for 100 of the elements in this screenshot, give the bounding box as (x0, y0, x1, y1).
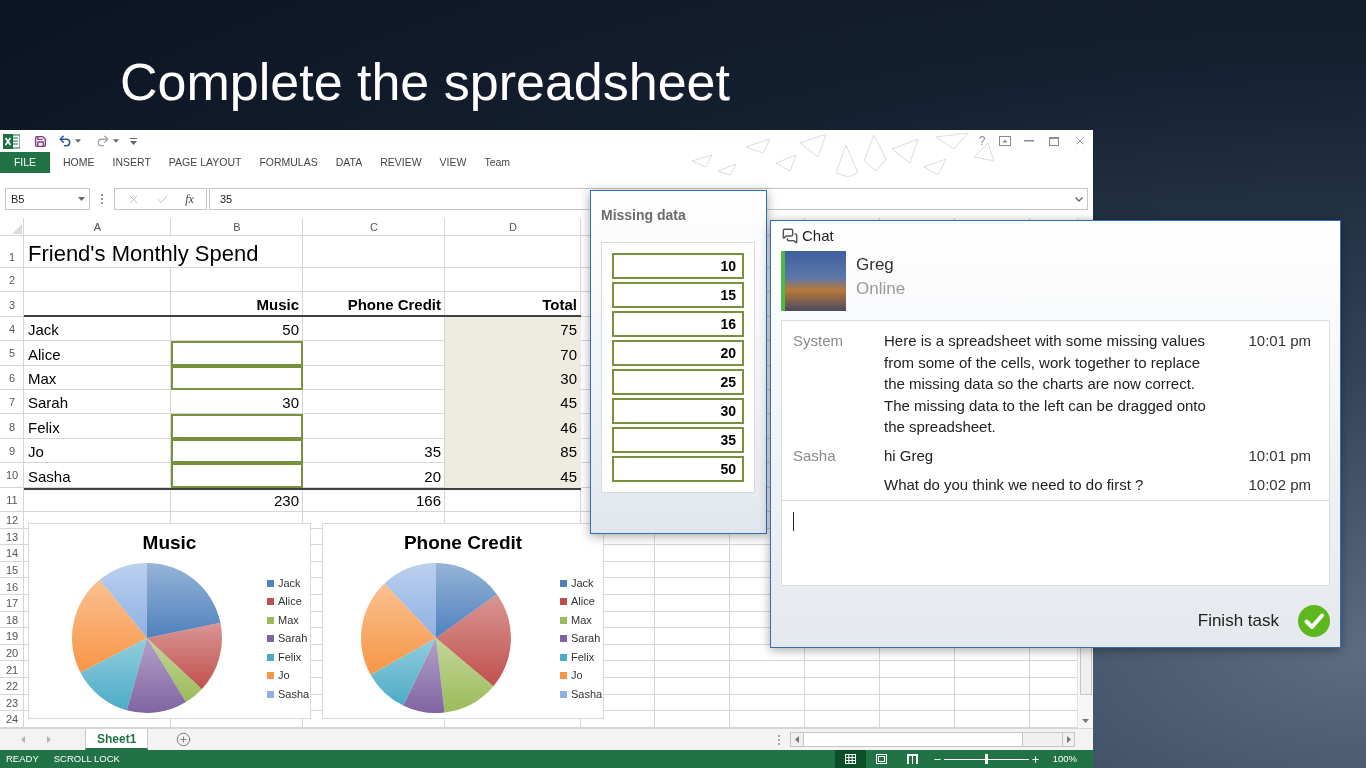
row-number: 18 (5, 613, 19, 626)
spreadsheet-cell-text: Max (27, 368, 58, 389)
name-box[interactable]: B5 (5, 188, 90, 210)
ribbon-tab[interactable]: FORMULAS (250, 152, 327, 173)
drop-target-field[interactable] (171, 365, 303, 390)
drag-handle-icon[interactable] (101, 194, 103, 204)
zoom-in-icon[interactable] (1030, 754, 1040, 764)
spreadsheet-cell: 75 (445, 316, 581, 342)
help-button[interactable]: ? (971, 130, 993, 152)
ribbon-tab[interactable]: Team (475, 152, 520, 173)
contact-status: Online (856, 278, 906, 300)
row-number: 5 (8, 347, 16, 360)
spreadsheet-cell-text: 50 (281, 320, 300, 341)
chart-title: Phone Credit (403, 532, 523, 554)
message-input-field[interactable] (781, 501, 1330, 586)
message-text: Here is a spreadsheet with some missing values from some of the cells, work together to replace the missing data so the charts are now correct. The missing data to the left can be dragged onto the spreadsheet. (884, 331, 1207, 437)
data-tile[interactable]: 16 (612, 311, 744, 337)
spreadsheet-app-icon[interactable] (3, 133, 20, 149)
message-sender: Sasha (793, 447, 836, 464)
row-number: 19 (5, 630, 19, 643)
minimize-icon[interactable] (1024, 140, 1034, 142)
grid-view-icon[interactable] (834, 750, 866, 768)
column-header: D (509, 221, 517, 233)
legend-label: Jo (278, 669, 290, 683)
triangle-left-icon[interactable] (795, 736, 799, 743)
drop-target-field[interactable] (171, 341, 303, 366)
row-number: 17 (5, 597, 19, 610)
row-number: 21 (5, 663, 19, 676)
spreadsheet-cell-text: 30 (281, 393, 300, 414)
row-number: 10 (5, 469, 19, 482)
ribbon-tab[interactable]: REVIEW (371, 152, 431, 173)
panel-title: Missing data (601, 207, 686, 223)
undo-icon[interactable] (58, 134, 72, 148)
drop-target-field[interactable] (171, 414, 303, 439)
column-heading: Phone Credit (346, 294, 442, 315)
row-number: 4 (8, 322, 16, 335)
ribbon-tab[interactable]: DATA (326, 152, 372, 173)
data-tile[interactable]: 25 (612, 369, 744, 395)
data-tile[interactable]: 35 (612, 427, 744, 453)
spreadsheet-cell-text: Sasha (27, 466, 72, 487)
save-icon[interactable] (34, 134, 47, 148)
spreadsheet-cell: 70 (445, 341, 581, 366)
row-number: 12 (5, 514, 19, 527)
spreadsheet-cell-text: Jack (27, 320, 60, 341)
sheet-tab[interactable]: Sheet1 (85, 729, 149, 750)
spreadsheet-cell-text: 166 (414, 490, 442, 511)
caret-down-icon[interactable] (1082, 719, 1089, 723)
spreadsheet-cell-text: Jo (27, 442, 45, 463)
row-number: 15 (5, 564, 19, 576)
ribbon-display-icon[interactable] (999, 136, 1011, 146)
triangle-right-icon[interactable] (47, 736, 51, 743)
horizontal-scrollbar[interactable] (790, 732, 1075, 747)
row-number: 8 (8, 420, 16, 433)
drop-target-field[interactable] (171, 438, 303, 464)
chevron-down-icon[interactable] (1075, 196, 1083, 202)
triangle-right-icon[interactable] (1066, 736, 1071, 743)
row-number: 2 (8, 274, 16, 287)
ribbon-tab[interactable]: VIEW (430, 152, 476, 173)
data-tile[interactable]: 10 (612, 253, 744, 279)
drop-target-field[interactable] (171, 463, 303, 488)
ribbon-tab[interactable]: PAGE LAYOUT (159, 152, 251, 173)
ribbon-tab[interactable]: INSERT (103, 152, 160, 173)
file-tab[interactable]: FILE (0, 152, 50, 173)
insert-function-button[interactable]: fx (185, 193, 194, 205)
data-tile[interactable]: 50 (612, 456, 744, 482)
drag-handle-icon[interactable] (778, 734, 780, 745)
restore-window-icon[interactable] (1049, 136, 1059, 146)
slider-thumb[interactable] (984, 754, 988, 764)
redo-icon[interactable] (96, 134, 110, 148)
spreadsheet-cell: 85 (445, 438, 581, 464)
finish-task-button[interactable]: Finish task (1197, 604, 1330, 637)
spreadsheet-cell: 45 (445, 463, 581, 488)
data-tile[interactable]: 20 (612, 340, 744, 366)
row-number: 3 (8, 298, 16, 311)
message-text: What do you think we need to do first ? (884, 475, 1144, 495)
column-header: C (370, 221, 378, 233)
caret-down-icon[interactable] (113, 139, 119, 143)
caret-down-icon[interactable] (78, 197, 85, 201)
spreadsheet-cell-text: 35 (423, 442, 442, 463)
ribbon-tab[interactable]: HOME (54, 152, 104, 173)
zoom-level[interactable]: 100% (1052, 754, 1077, 764)
close-icon[interactable] (1074, 135, 1086, 147)
row-number: 13 (5, 530, 19, 543)
scrollbar-thumb[interactable] (803, 733, 1023, 746)
triangle-left-icon[interactable] (21, 736, 25, 743)
add-sheet-icon[interactable] (176, 732, 192, 747)
caret-down-icon[interactable] (75, 139, 81, 143)
legend-label: Sarah (571, 632, 601, 646)
chat-title: Chat (802, 227, 834, 245)
message-text: hi Greg (884, 446, 934, 466)
column-header: B (233, 221, 241, 233)
data-tile[interactable]: 30 (612, 398, 744, 424)
spreadsheet-cell-text: Felix (27, 417, 61, 438)
data-tile[interactable]: 15 (612, 282, 744, 308)
column-header: A (93, 221, 102, 233)
customize-toolbar-icon[interactable] (130, 137, 137, 145)
status-text: SCROLL LOCK (53, 754, 120, 764)
formula-input[interactable]: 35 (209, 188, 1088, 210)
spreadsheet-cell-text: 20 (423, 466, 442, 487)
legend-label: Sasha (278, 687, 310, 701)
